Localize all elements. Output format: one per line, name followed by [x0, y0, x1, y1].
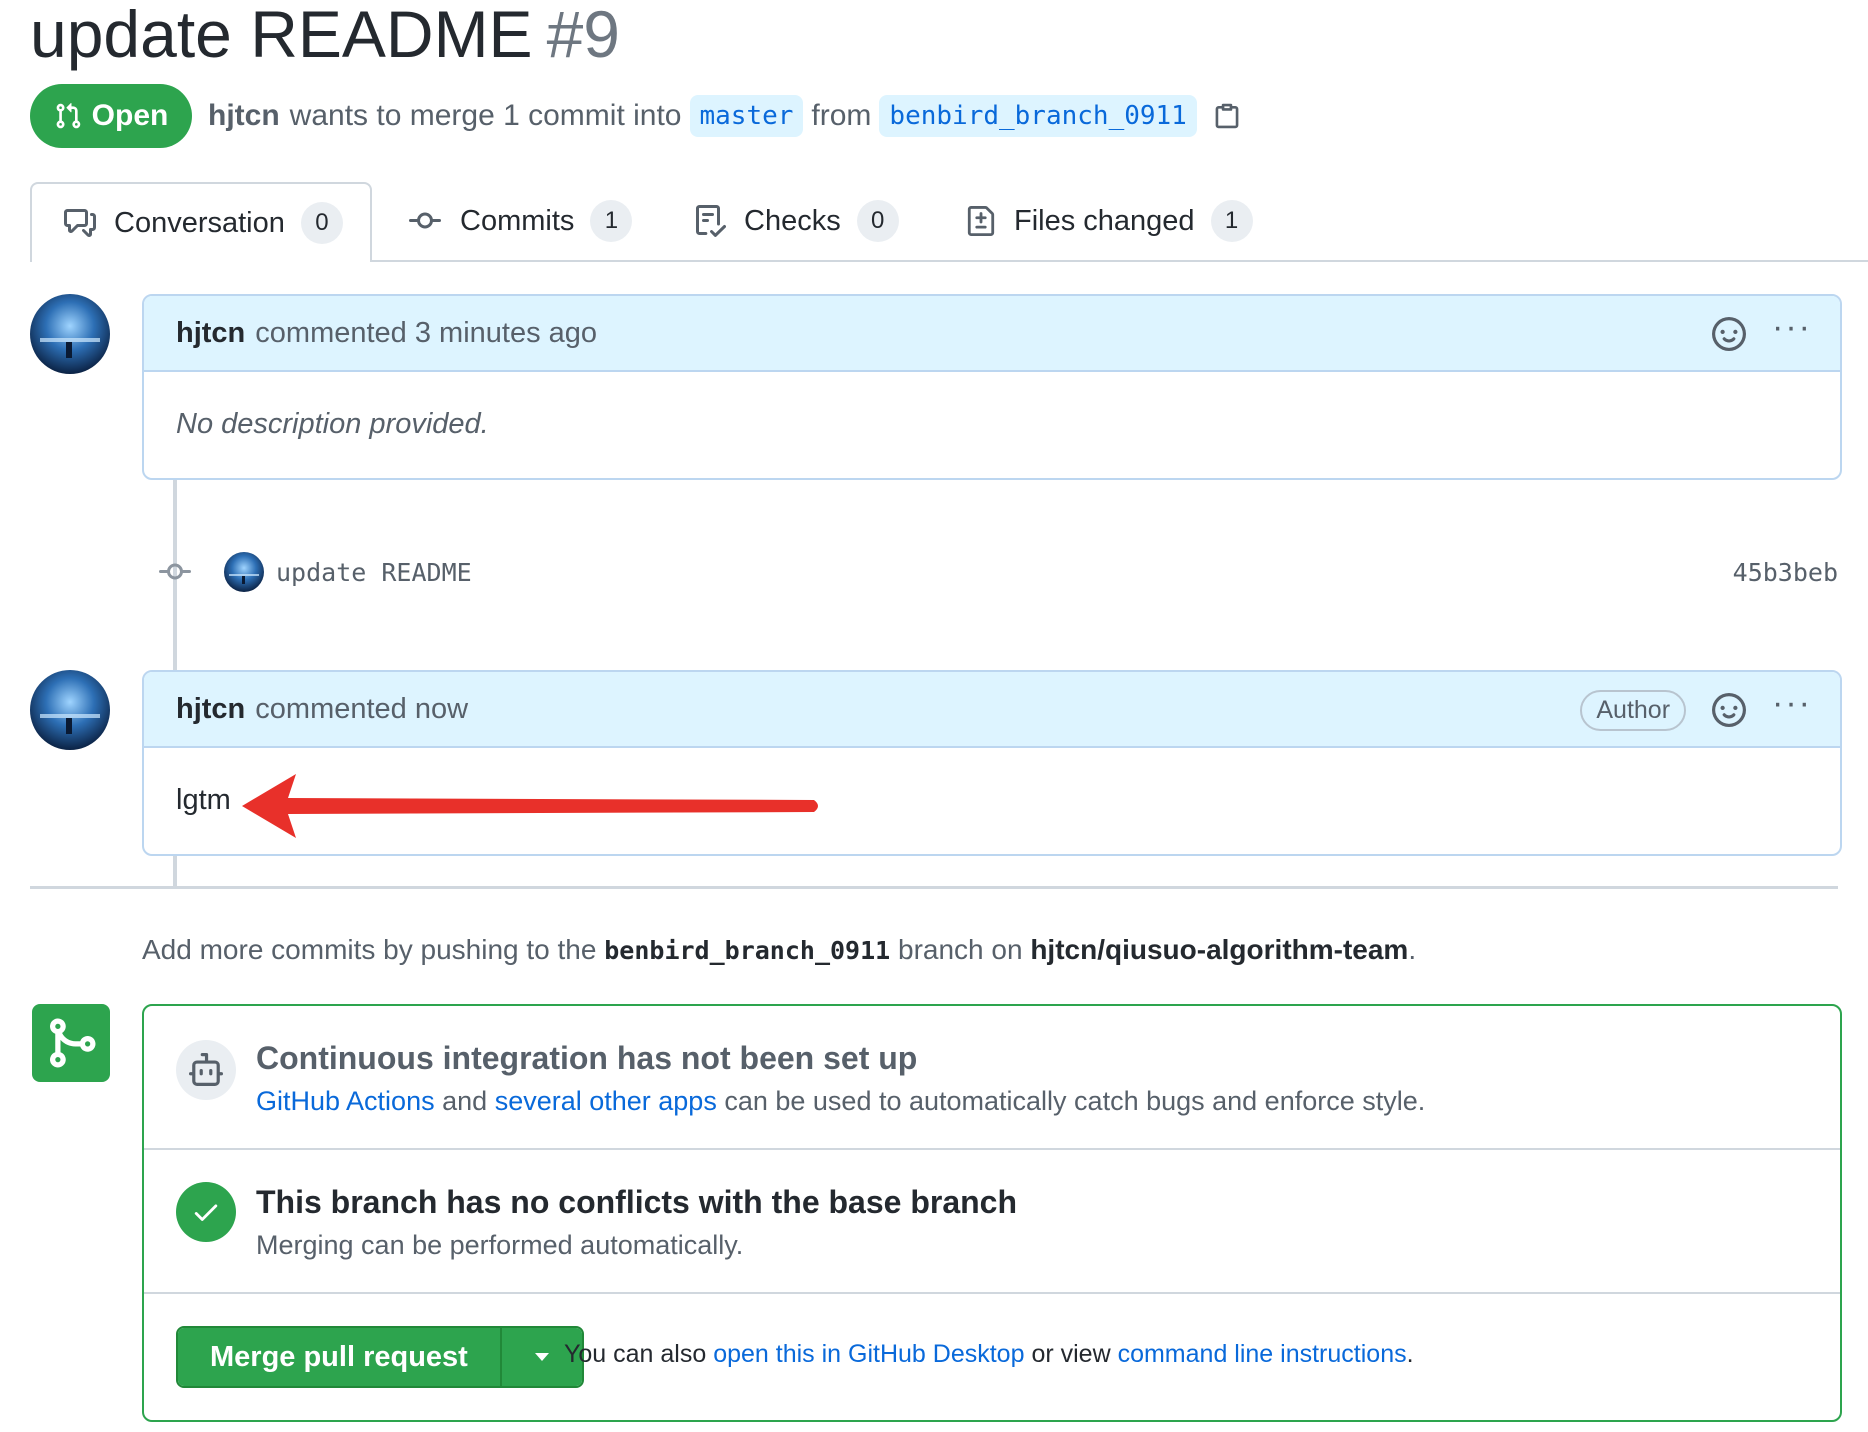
divider	[144, 1148, 1840, 1150]
commit-sha[interactable]: 45b3beb	[1733, 558, 1838, 587]
kebab-menu-icon[interactable]: ···	[1772, 686, 1812, 720]
ci-title: Continuous integration has not been set …	[256, 1040, 918, 1076]
commit-avatar[interactable]	[224, 552, 264, 592]
comment-meta[interactable]: commented 3 minutes ago	[255, 317, 597, 350]
ci-and: and	[442, 1086, 488, 1116]
tab-counter: 0	[856, 200, 899, 242]
status-badge: Open	[30, 84, 192, 148]
tab-label: Files changed	[1014, 204, 1195, 237]
status-label: Open	[91, 99, 169, 132]
tab-files-changed[interactable]: Files changed 1	[966, 182, 1253, 260]
merge-pull-request-button[interactable]: Merge pull request	[178, 1328, 500, 1386]
pr-author-link[interactable]: hjtcn	[208, 99, 280, 133]
merge-button-group: Merge pull request	[176, 1326, 584, 1388]
copy-icon[interactable]	[1213, 101, 1241, 131]
other-apps-link[interactable]: several other apps	[495, 1086, 717, 1116]
tab-counter: 1	[1210, 200, 1253, 242]
tab-label: Conversation	[114, 206, 285, 239]
comment-author[interactable]: hjtcn	[176, 693, 245, 726]
comment-meta[interactable]: commented now	[255, 693, 468, 726]
merge-alternatives: You can also open this in GitHub Desktop…	[564, 1340, 1414, 1369]
hint-suffix: .	[1408, 934, 1417, 965]
tab-counter: 1	[590, 200, 633, 242]
git-merge-icon	[32, 1004, 110, 1082]
alt-prefix: You can also	[564, 1340, 707, 1368]
pr-summary: wants to merge 1 commit into	[289, 99, 682, 132]
annotation-arrow	[236, 770, 826, 845]
author-badge: Author	[1580, 689, 1687, 731]
comment-author[interactable]: hjtcn	[176, 317, 245, 350]
tab-conversation[interactable]: Conversation 0	[30, 182, 372, 262]
git-commit-icon	[408, 205, 442, 237]
hint-prefix: Add more commits by pushing to the	[142, 934, 597, 965]
comment-header: hjtcn commented 3 minutes ago ···	[144, 296, 1840, 372]
head-branch[interactable]: benbird_branch_0911	[879, 95, 1197, 137]
timeline-divider	[30, 886, 1838, 889]
pr-number: #9	[546, 0, 620, 71]
ci-rest: can be used to automatically catch bugs …	[724, 1086, 1426, 1116]
github-actions-link[interactable]: GitHub Actions	[256, 1086, 435, 1116]
ci-description: GitHub Actions and several other apps ca…	[256, 1086, 1425, 1117]
triangle-down-icon	[533, 1351, 551, 1363]
tab-counter: 0	[300, 202, 343, 244]
kebab-menu-icon[interactable]: ···	[1772, 310, 1812, 344]
github-desktop-link[interactable]: open this in GitHub Desktop	[713, 1340, 1024, 1368]
hint-middle: branch on	[898, 934, 1023, 965]
comment-header: hjtcn commented now Author ···	[144, 672, 1840, 748]
page-title: update README #9	[30, 0, 620, 74]
command-line-link[interactable]: command line instructions	[1118, 1340, 1407, 1368]
conflicts-title: This branch has no conflicts with the ba…	[256, 1184, 1018, 1220]
comment-discussion-icon	[64, 207, 96, 239]
check-icon	[176, 1182, 236, 1242]
divider	[144, 1292, 1840, 1294]
alt-suffix: .	[1406, 1340, 1414, 1368]
git-pull-request-icon	[54, 101, 82, 131]
hint-branch: benbird_branch_0911	[604, 936, 891, 965]
file-diff-icon	[966, 205, 996, 237]
avatar[interactable]	[30, 670, 110, 750]
comment-card: hjtcn commented 3 minutes ago ··· No des…	[142, 294, 1842, 480]
tab-label: Commits	[460, 204, 575, 237]
comment-body: No description provided.	[176, 407, 489, 440]
alt-middle: or view	[1031, 1340, 1111, 1368]
hint-repo-link[interactable]: hjtcn/qiusuo-algorithm-team	[1030, 934, 1408, 965]
conflicts-subtitle: Merging can be performed automatically.	[256, 1230, 744, 1260]
merge-box: Continuous integration has not been set …	[142, 1004, 1842, 1422]
git-commit-icon	[158, 556, 192, 593]
smiley-icon[interactable]	[1712, 693, 1747, 727]
from-word: from	[811, 99, 872, 132]
smiley-icon[interactable]	[1712, 317, 1747, 351]
checklist-icon	[694, 205, 726, 237]
tab-label: Checks	[744, 204, 841, 237]
base-branch[interactable]: master	[689, 95, 804, 137]
pr-meta: hjtcn wants to merge 1 commit into maste…	[208, 92, 1241, 140]
commit-message[interactable]: update README	[276, 558, 472, 587]
tab-checks[interactable]: Checks 0	[694, 182, 899, 260]
push-hint: Add more commits by pushing to the benbi…	[142, 934, 1416, 966]
pr-title-text: update README	[30, 0, 533, 71]
avatar[interactable]	[30, 294, 110, 374]
robot-icon	[176, 1040, 236, 1100]
tab-commits[interactable]: Commits 1	[408, 182, 633, 260]
